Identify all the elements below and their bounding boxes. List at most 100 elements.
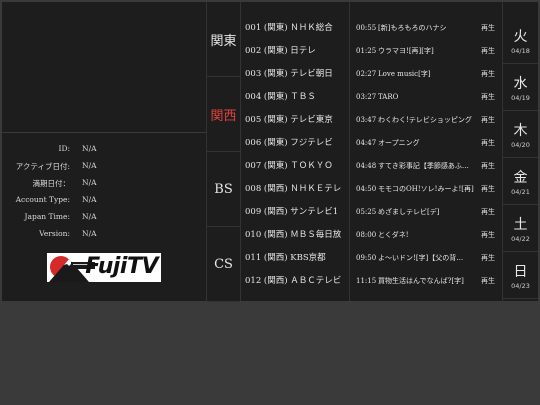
channel-item[interactable]: 005 (関東) テレビ東京	[245, 109, 349, 132]
program-time: 04:50	[356, 185, 377, 193]
channel-item[interactable]: 010 (関西) ＭＢＳ毎日放	[245, 224, 349, 247]
play-button[interactable]: 再生	[481, 40, 495, 63]
info-label: ID:	[58, 144, 70, 153]
info-expiry-date: 満期日付： N/A	[2, 178, 206, 192]
channel-item[interactable]: 008 (関西) ＮＨＫＥテレ	[245, 178, 349, 201]
program-row: 09:50 よ～いドン![字]【父の背… 再生	[356, 247, 502, 270]
day-date: 04/22	[511, 235, 530, 243]
channel-item[interactable]: 001 (関東) ＮＨＫ総合	[245, 17, 349, 40]
program-row: 05:25 めざましテレビ[デ] 再生	[356, 201, 502, 224]
info-version: Version: N/A	[2, 229, 206, 243]
program-time: 02:27	[356, 70, 377, 78]
play-button[interactable]: 再生	[481, 17, 495, 40]
region-tab-cs[interactable]: CS	[207, 227, 240, 302]
channel-item[interactable]: 002 (関東) 日テレ	[245, 40, 349, 63]
channel-item[interactable]: 012 (関西) ＡＢＣテレビ	[245, 270, 349, 293]
program-title[interactable]: めざましテレビ[デ]	[378, 201, 474, 224]
info-account-type: Account Type: N/A	[2, 195, 206, 209]
program-title[interactable]: 買物生活はんでなんば?[字]	[378, 270, 474, 293]
day-of-week: 日	[513, 264, 528, 280]
info-value: N/A	[82, 212, 97, 221]
channel-list: 001 (関東) ＮＨＫ総合 002 (関東) 日テレ 003 (関東) テレビ…	[241, 2, 350, 301]
day-date: 04/19	[511, 94, 530, 102]
program-title[interactable]: わくわく!テレビショッピング	[378, 109, 474, 132]
program-time: 00:55	[356, 24, 377, 32]
program-title[interactable]: すてき彩事記【季節感あふれる】	[378, 155, 474, 178]
info-label: Account Type:	[15, 195, 70, 204]
program-row: 01:25 ウラマヨ![再][字] 再生	[356, 40, 502, 63]
channel-item[interactable]: 009 (関西) サンテレビ1	[245, 201, 349, 224]
play-button[interactable]: 再生	[481, 132, 495, 155]
day-of-week: 水	[513, 76, 528, 92]
program-row: 02:27 Love music[字] 再生	[356, 63, 502, 86]
program-time: 01:25	[356, 47, 377, 55]
program-title[interactable]: とくダネ!	[378, 224, 474, 247]
region-tab-kansai[interactable]: 関西	[207, 77, 240, 152]
channel-item[interactable]: 011 (関西) KBS京都	[245, 247, 349, 270]
day-of-week: 木	[513, 123, 528, 139]
play-button[interactable]: 再生	[481, 109, 495, 132]
program-time: 03:47	[356, 116, 377, 124]
info-value: N/A	[82, 178, 97, 187]
program-row: 03:27 TARO 再生	[356, 86, 502, 109]
info-value: N/A	[82, 161, 97, 170]
program-title[interactable]: Love music[字]	[378, 63, 474, 86]
program-row: 08:00 とくダネ! 再生	[356, 224, 502, 247]
program-title[interactable]: よ～いドン![字]【父の背…	[378, 247, 474, 270]
day-tab[interactable]: 火 04/18	[503, 17, 538, 64]
play-button[interactable]: 再生	[481, 155, 495, 178]
program-time: 04:48	[356, 162, 377, 170]
day-date: 04/23	[511, 282, 530, 290]
program-time: 05:25	[356, 208, 377, 216]
info-label: 満期日付：	[32, 179, 71, 188]
day-tab[interactable]: 木 04/20	[503, 111, 538, 158]
program-time: 03:27	[356, 93, 377, 101]
program-time: 04:47	[356, 139, 377, 147]
play-button[interactable]: 再生	[481, 201, 495, 224]
logo-text: FujiTV	[85, 254, 158, 279]
program-title[interactable]: ウラマヨ![再][字]	[378, 40, 474, 63]
day-date: 04/20	[511, 141, 530, 149]
day-tab[interactable]: 金 04/21	[503, 158, 538, 205]
channel-item[interactable]: 007 (関東) ＴＯＫＹＯ	[245, 155, 349, 178]
program-title[interactable]: オープニング	[378, 132, 474, 155]
program-time: 11:15	[356, 277, 377, 285]
day-tab[interactable]: 日 04/23	[503, 252, 538, 299]
region-tab-bs[interactable]: BS	[207, 152, 240, 227]
fujitv-logo: FujiTV	[47, 253, 161, 282]
program-title[interactable]: [新]もろもろのハナシ	[378, 17, 474, 40]
day-tab[interactable]: 土 04/22	[503, 205, 538, 252]
play-button[interactable]: 再生	[481, 224, 495, 247]
info-id: ID: N/A	[2, 144, 206, 158]
info-value: N/A	[82, 144, 97, 153]
play-button[interactable]: 再生	[481, 86, 495, 109]
day-tab[interactable]: 水 04/19	[503, 64, 538, 111]
day-date: 04/21	[511, 188, 530, 196]
left-panel: ID: N/A アクティブ日付: N/A 満期日付： N/A Account T…	[2, 2, 207, 301]
program-time: 09:50	[356, 254, 377, 262]
play-button[interactable]: 再生	[481, 178, 495, 201]
play-button[interactable]: 再生	[481, 247, 495, 270]
program-title[interactable]: モモコのOH!ソレ!みーよ![再]	[378, 178, 474, 201]
channel-item[interactable]: 004 (関東) ＴＢＳ	[245, 86, 349, 109]
region-tab-kanto[interactable]: 関東	[207, 2, 240, 77]
video-preview[interactable]	[2, 2, 206, 133]
channel-item[interactable]: 003 (関東) テレビ朝日	[245, 63, 349, 86]
program-row: 11:15 買物生活はんでなんば?[字] 再生	[356, 270, 502, 293]
info-active-date: アクティブ日付: N/A	[2, 161, 206, 175]
info-value: N/A	[82, 229, 97, 238]
program-list: 00:55 [新]もろもろのハナシ 再生 01:25 ウラマヨ![再][字] 再…	[350, 2, 503, 301]
program-time: 08:00	[356, 231, 377, 239]
tv-app: ID: N/A アクティブ日付: N/A 満期日付： N/A Account T…	[2, 2, 538, 302]
day-of-week: 火	[513, 29, 528, 45]
region-list: 関東 関西 BS CS	[207, 2, 241, 302]
day-of-week: 土	[513, 217, 528, 233]
info-label: Japan Time:	[24, 212, 70, 221]
play-button[interactable]: 再生	[481, 63, 495, 86]
play-button[interactable]: 再生	[481, 270, 495, 293]
program-title[interactable]: TARO	[378, 86, 474, 109]
info-label: Version:	[39, 229, 70, 238]
program-row: 04:50 モモコのOH!ソレ!みーよ![再] 再生	[356, 178, 502, 201]
channel-item[interactable]: 006 (関東) フジテレビ	[245, 132, 349, 155]
day-date: 04/18	[511, 47, 530, 55]
